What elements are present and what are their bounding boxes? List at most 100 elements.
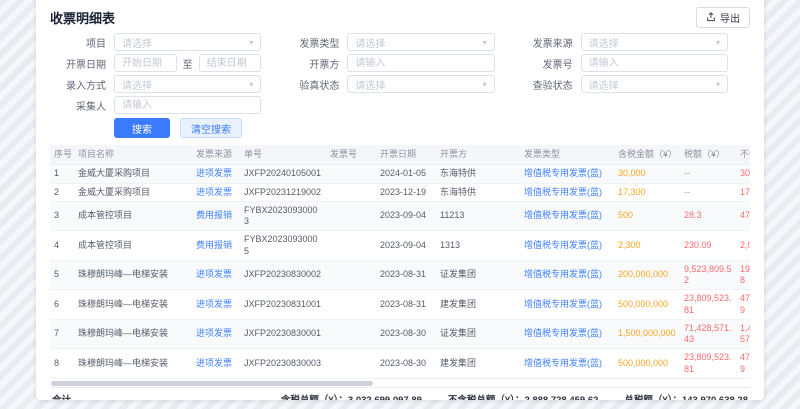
issuer-input[interactable] (347, 54, 494, 72)
horizontal-scrollbar-thumb[interactable] (51, 381, 373, 386)
cell-invoice-source: 进项发票 (192, 319, 240, 349)
invoice-type-label: 发票类型 (283, 35, 339, 50)
cell-amount-without-tax: 30,000 (736, 165, 750, 183)
cell-project-name: 珠穆朗玛峰—电梯安装 (74, 290, 192, 320)
cell-amount-with-tax: 200,000,000 (614, 260, 680, 290)
cell-invoice-no (326, 349, 376, 379)
cell-issuer: 1313 (436, 231, 520, 261)
collector-input[interactable] (114, 96, 261, 114)
cell-invoice-no (326, 231, 376, 261)
table-row[interactable]: 3 成本管控项目 费用报销 FYBX20230930003 2023-09-04… (50, 201, 750, 231)
cell-invoice-source: 进项发票 (192, 290, 240, 320)
invoice-table: 序号项目名称发票来源单号发票号开票日期开票方发票类型含税金额（¥）税额（¥）不含… (50, 145, 750, 379)
invoice-type-select[interactable]: 请选择 ▾ (347, 33, 494, 51)
table-row[interactable]: 1 金威大厦采购项目 进项发票 JXFP20240105001 2024-01-… (50, 165, 750, 183)
cell-invoice-type: 增值税专用发票(蓝) (520, 231, 614, 261)
cell-order-no: FYBX20230930005 (240, 231, 326, 261)
search-button[interactable]: 搜索 (114, 118, 170, 138)
project-select-value: 请选择 (122, 35, 152, 50)
export-button[interactable]: 导出 (696, 7, 750, 28)
page-title: 收票明细表 (50, 8, 115, 27)
cell-invoice-source: 进项发票 (192, 165, 240, 183)
cell-tax: -- (680, 183, 736, 201)
invoice-source-select[interactable]: 请选择 ▾ (581, 33, 728, 51)
entry-method-label: 录入方式 (50, 77, 106, 92)
totals-row: 合计 含税总额（¥）：3,032,699,097.89 不含税总额（¥）：2,8… (50, 387, 750, 400)
cell-index: 4 (50, 231, 74, 261)
cell-amount-without-tax: 1,428,571,428.57 (736, 319, 750, 349)
cell-invoice-type: 增值税专用发票(蓝) (520, 165, 614, 183)
cell-index: 2 (50, 183, 74, 201)
column-header: 项目名称 (74, 145, 192, 165)
cell-tax: 9,523,809.52 (680, 260, 736, 290)
cell-invoice-date: 2023-08-31 (376, 260, 436, 290)
table-row[interactable]: 2 金威大厦采购项目 进项发票 JXFP20231219002 2023-12-… (50, 183, 750, 201)
entry-method-select-value: 请选择 (122, 77, 152, 92)
export-button-label: 导出 (720, 10, 740, 25)
cell-amount-with-tax: 30,000 (614, 165, 680, 183)
invoice-no-label: 发票号 (517, 56, 573, 71)
cell-amount-with-tax: 2,300 (614, 231, 680, 261)
invoice-no-input[interactable] (581, 54, 728, 72)
cell-invoice-source: 进项发票 (192, 260, 240, 290)
cell-tax: 23,809,523.81 (680, 349, 736, 379)
invoice-date-end-input[interactable] (199, 54, 262, 72)
table-row[interactable]: 6 珠穆朗玛峰—电梯安装 进项发票 JXFP20230831001 2023-0… (50, 290, 750, 320)
cell-tax: 230.09 (680, 231, 736, 261)
cell-project-name: 珠穆朗玛峰—电梯安装 (74, 319, 192, 349)
cell-order-no: JXFP20230830001 (240, 319, 326, 349)
invoice-report-panel: 收票明细表 导出 项目 请选择 ▾ 发票类型 请选择 ▾ (36, 0, 764, 400)
cell-index: 8 (50, 349, 74, 379)
cell-order-no: JXFP20231219002 (240, 183, 326, 201)
invoice-date-label: 开票日期 (50, 56, 106, 71)
table-row[interactable]: 5 珠穆朗玛峰—电梯安装 进项发票 JXFP20230830002 2023-0… (50, 260, 750, 290)
cell-invoice-source: 进项发票 (192, 349, 240, 379)
table-row[interactable]: 4 成本管控项目 费用报销 FYBX20230930005 2023-09-04… (50, 231, 750, 261)
cell-project-name: 珠穆朗玛峰—电梯安装 (74, 260, 192, 290)
cell-index: 1 (50, 165, 74, 183)
cell-amount-without-tax: 190,476,190.48 (736, 260, 750, 290)
check-status-select[interactable]: 请选择 ▾ (581, 75, 728, 93)
chevron-down-icon: ▾ (716, 80, 720, 89)
cell-issuer: 证发集团 (436, 319, 520, 349)
invoice-type-select-value: 请选择 (355, 35, 385, 50)
total-with-tax: 含税总额（¥）：3,032,699,097.89 (281, 392, 422, 400)
invoice-date-start-input[interactable] (114, 54, 177, 72)
cell-invoice-source: 进项发票 (192, 183, 240, 201)
title-bar: 收票明细表 导出 (50, 0, 750, 30)
cell-issuer: 证发集团 (436, 260, 520, 290)
cell-index: 3 (50, 201, 74, 231)
clear-search-button[interactable]: 清空搜索 (180, 118, 242, 138)
cell-invoice-source: 费用报销 (192, 201, 240, 231)
cell-invoice-no (326, 260, 376, 290)
verify-status-select[interactable]: 请选择 ▾ (347, 75, 494, 93)
horizontal-scrollbar[interactable] (50, 381, 750, 386)
totals-label: 合计 (52, 392, 71, 400)
cell-issuer: 建发集团 (436, 349, 520, 379)
project-select[interactable]: 请选择 ▾ (114, 33, 261, 51)
column-header: 开票方 (436, 145, 520, 165)
cell-invoice-date: 2023-08-31 (376, 290, 436, 320)
invoice-source-select-value: 请选择 (589, 35, 619, 50)
check-status-select-value: 请选择 (589, 77, 619, 92)
cell-index: 7 (50, 319, 74, 349)
cell-index: 6 (50, 290, 74, 320)
column-header: 发票类型 (520, 145, 614, 165)
cell-tax: 28.3 (680, 201, 736, 231)
cell-invoice-no (326, 290, 376, 320)
table-row[interactable]: 7 珠穆朗玛峰—电梯安装 进项发票 JXFP20230830001 2023-0… (50, 319, 750, 349)
table-row[interactable]: 8 珠穆朗玛峰—电梯安装 进项发票 JXFP20230830003 2023-0… (50, 349, 750, 379)
cell-invoice-no (326, 201, 376, 231)
column-header: 开票日期 (376, 145, 436, 165)
cell-order-no: JXFP20240105001 (240, 165, 326, 183)
cell-project-name: 成本管控项目 (74, 201, 192, 231)
cell-invoice-no (326, 183, 376, 201)
column-header: 不含税金额（¥） (736, 145, 750, 165)
cell-invoice-source: 费用报销 (192, 231, 240, 261)
cell-invoice-type: 增值税专用发票(蓝) (520, 349, 614, 379)
cell-tax: 23,809,523.81 (680, 290, 736, 320)
cell-project-name: 成本管控项目 (74, 231, 192, 261)
entry-method-select[interactable]: 请选择 ▾ (114, 75, 261, 93)
column-header: 单号 (240, 145, 326, 165)
cell-invoice-no (326, 165, 376, 183)
